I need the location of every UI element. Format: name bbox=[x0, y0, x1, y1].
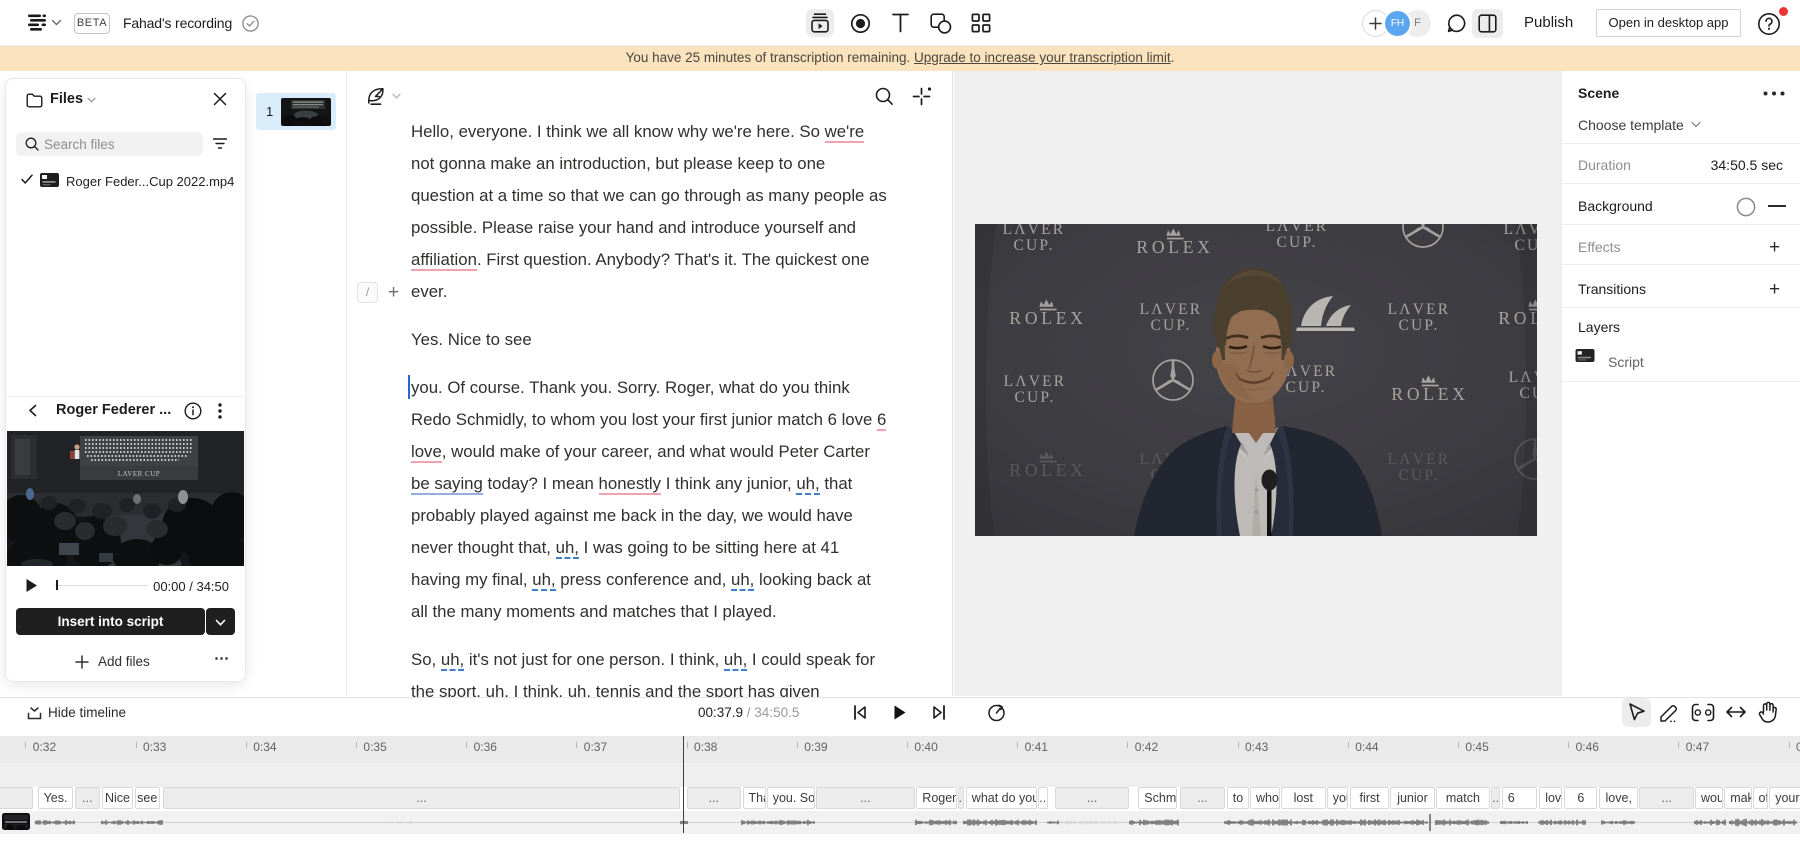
svg-text:LAVER CUP: LAVER CUP bbox=[118, 470, 160, 478]
